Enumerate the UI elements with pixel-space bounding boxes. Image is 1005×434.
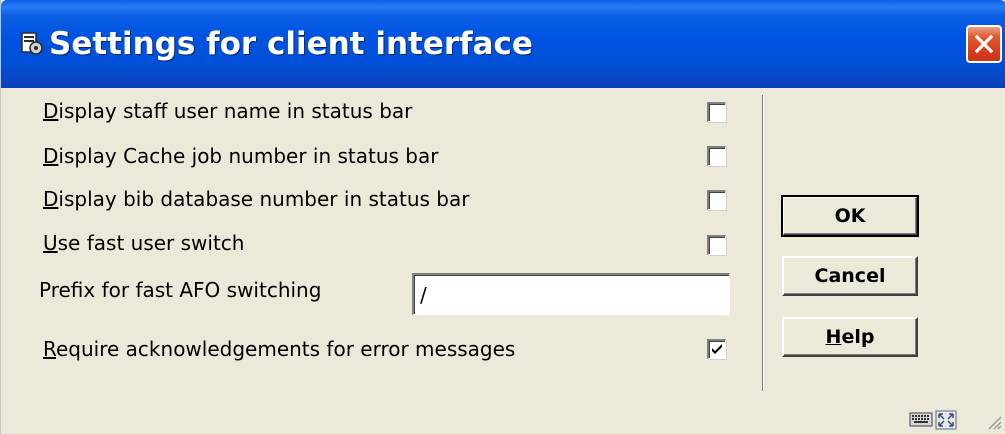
window-title: Settings for client interface [49,26,533,62]
fast-user-switch-checkbox[interactable] [707,235,726,255]
fast-user-switch-label: Use fast user switch [43,231,245,255]
app-icon [21,32,43,55]
cancel-button[interactable]: Cancel [782,256,918,296]
vertical-divider [762,95,764,391]
display-bib-db-label: Display bib database number in status ba… [43,187,470,211]
keyboard-icon[interactable] [909,410,933,428]
prefix-input[interactable] [412,273,730,315]
display-user-name-label: Display staff user name in status bar [43,99,413,123]
resize-grip-icon[interactable] [986,414,1002,430]
checkmark-icon [712,344,722,354]
require-ack-label: Require acknowledgements for error messa… [43,337,516,361]
dialog-content: Display staff user name in status bar Di… [1,88,1005,434]
prefix-label: Prefix for fast AFO switching [39,278,322,302]
close-button[interactable] [966,25,1002,63]
close-icon [974,34,994,54]
display-cache-job-checkbox[interactable] [707,146,726,166]
ok-button[interactable]: OK [781,195,919,237]
require-ack-checkbox[interactable] [707,339,726,359]
settings-dialog: Settings for client interface Display st… [0,0,1005,434]
display-user-name-checkbox[interactable] [707,102,726,122]
resize-icon[interactable] [935,410,957,430]
display-cache-job-label: Display Cache job number in status bar [43,144,439,168]
help-button[interactable]: Help [782,317,918,357]
display-bib-db-checkbox[interactable] [707,190,726,210]
title-bar[interactable]: Settings for client interface [1,0,1005,88]
